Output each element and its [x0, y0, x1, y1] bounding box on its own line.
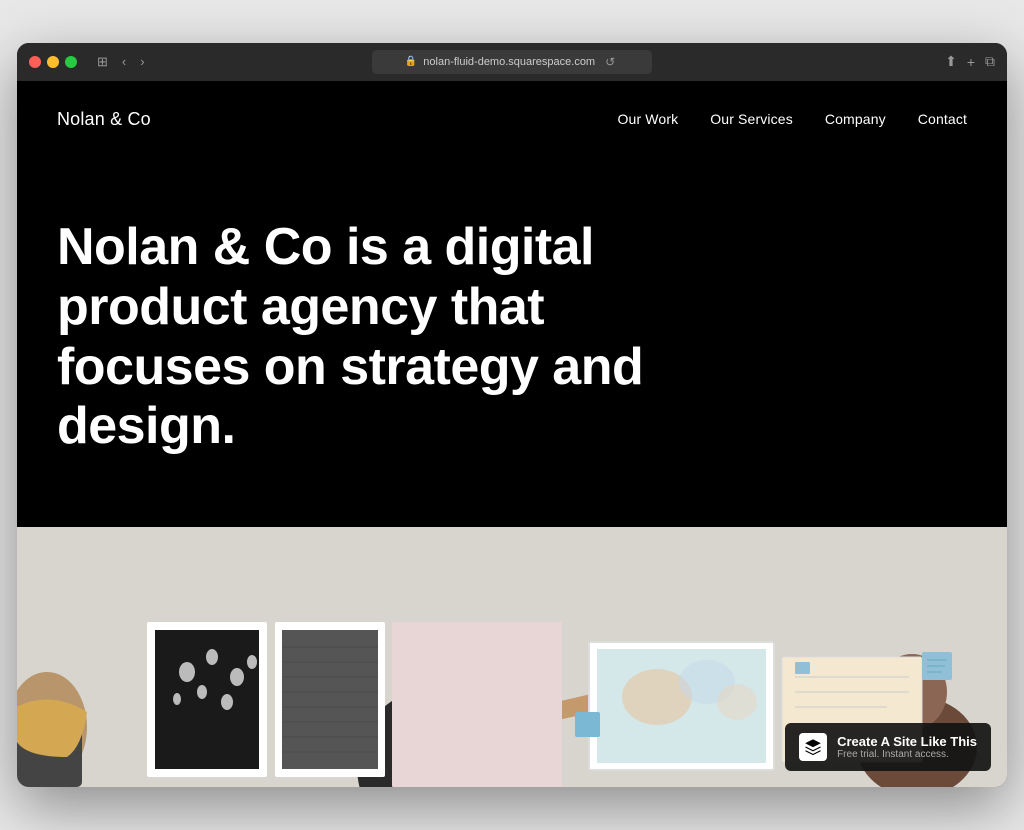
add-tab-button[interactable]: + [967, 54, 975, 70]
badge-text: Create A Site Like This Free trial. Inst… [837, 734, 977, 760]
url-text: nolan-fluid-demo.squarespace.com [423, 56, 595, 68]
close-button[interactable] [29, 56, 41, 68]
nav-link-company[interactable]: Company [825, 111, 886, 127]
site-nav: Nolan & Co Our Work Our Services Company… [17, 81, 1007, 158]
badge-subtitle: Free trial. Instant access. [837, 749, 977, 760]
forward-button[interactable]: › [136, 52, 148, 71]
nav-controls: ⊞ ‹ › [93, 52, 149, 72]
squarespace-icon [799, 733, 827, 761]
nav-link-contact[interactable]: Contact [918, 111, 967, 127]
toolbar-right: ⬆ + ⧉ [945, 53, 995, 70]
nav-links: Our Work Our Services Company Contact [618, 111, 968, 127]
lock-icon: 🔒 [405, 56, 417, 67]
hero-headline: Nolan & Co is a digital product agency t… [57, 218, 677, 457]
website-content: Nolan & Co Our Work Our Services Company… [17, 81, 1007, 787]
share-button[interactable]: ⬆ [945, 53, 957, 70]
title-bar: ⊞ ‹ › 🔒 nolan-fluid-demo.squarespace.com… [17, 43, 1007, 81]
badge-title: Create A Site Like This [837, 734, 977, 749]
squarespace-badge[interactable]: Create A Site Like This Free trial. Inst… [785, 723, 991, 771]
nav-link-our-work[interactable]: Our Work [618, 111, 679, 127]
minimize-button[interactable] [47, 56, 59, 68]
copy-tab-button[interactable]: ⧉ [985, 53, 995, 70]
hero-section: Nolan & Co is a digital product agency t… [17, 158, 1007, 527]
browser-window: ⊞ ‹ › 🔒 nolan-fluid-demo.squarespace.com… [17, 43, 1007, 787]
address-bar[interactable]: 🔒 nolan-fluid-demo.squarespace.com ↺ [372, 50, 652, 74]
back-button[interactable]: ‹ [118, 52, 130, 71]
maximize-button[interactable] [65, 56, 77, 68]
nav-link-our-services[interactable]: Our Services [710, 111, 793, 127]
reload-button[interactable]: ↺ [601, 53, 619, 71]
image-section: Create A Site Like This Free trial. Inst… [17, 527, 1007, 787]
sidebar-toggle-icon[interactable]: ⊞ [93, 52, 112, 72]
site-logo: Nolan & Co [57, 109, 151, 130]
traffic-lights [29, 56, 77, 68]
